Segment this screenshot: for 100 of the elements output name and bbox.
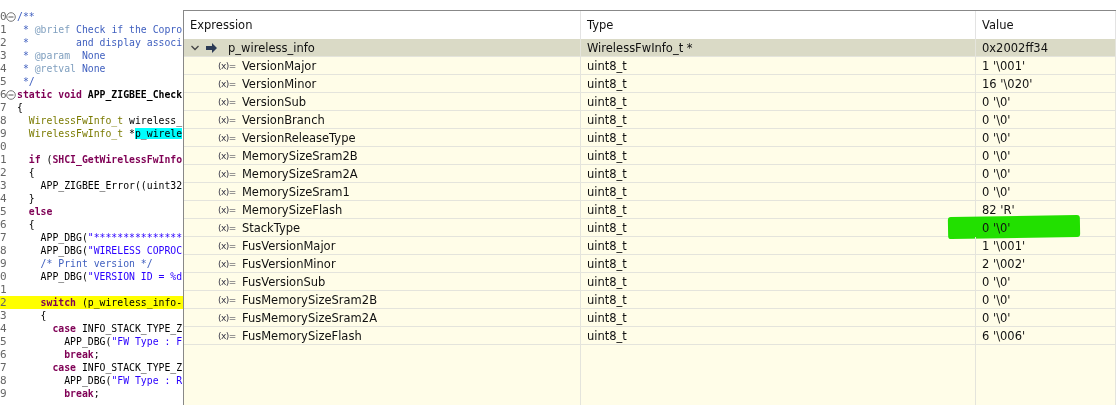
expression-name: MemorySizeSram2B [241,148,358,163]
variable-icon: (x)= [218,96,236,107]
expression-name: VersionReleaseType [241,130,356,145]
type-text: uint8_t [587,256,627,271]
value-text: 0 '\0' [982,274,1011,289]
expression-row[interactable]: (x)= StackType uint8_t 0 '\0' [184,219,1116,237]
code-line: break; [63,348,100,361]
code-line: * @retval None [21,62,106,75]
variable-icon: (x)= [218,276,236,287]
variable-icon: (x)= [218,114,236,125]
value-text: 0 '\0' [982,166,1011,181]
line-number: 3 [0,179,6,192]
line-number: 7 [0,101,6,114]
type-text: uint8_t [587,184,627,199]
expression-row[interactable]: (x)= FusMemorySizeFlash uint8_t 6 '\006' [184,327,1116,345]
line-number: 9 [0,387,6,400]
type-text: uint8_t [587,238,627,253]
expression-row[interactable]: p_wireless_info WirelessFwInfo_t * 0x2002ff34 [184,39,1116,57]
expression-row[interactable]: (x)= VersionSub uint8_t 0 '\0' [184,93,1116,111]
expression-row[interactable]: (x)= FusVersionMajor uint8_t 1 '\001' [184,237,1116,255]
expression-row[interactable]: (x)= VersionMajor uint8_t 1 '\001' [184,57,1116,75]
line-number: 4 [0,322,6,335]
type-text: uint8_t [587,220,627,235]
expression-name: VersionMinor [241,76,317,91]
line-number: 4 [0,192,6,205]
expression-row[interactable]: (x)= FusVersionMinor uint8_t 2 '\002' [184,255,1116,273]
line-number: 7 [0,231,6,244]
line-number: 5 [0,205,6,218]
value-text: 6 '\006' [982,328,1026,343]
code-line: APP_DBG("VERSION ID = %d [39,270,183,283]
expression-row[interactable]: (x)= MemorySizeSram2A uint8_t 0 '\0' [184,165,1116,183]
value-text: 0 '\0' [982,292,1011,307]
expression-name: VersionBranch [241,112,325,127]
expression-row[interactable]: (x)= VersionReleaseType uint8_t 0 '\0' [184,129,1116,147]
code-line: { [39,309,47,322]
expression-row[interactable]: (x)= MemorySizeSram2B uint8_t 0 '\0' [184,147,1116,165]
value-text: 1 '\001' [982,58,1026,73]
code-line: else [27,205,53,218]
expression-row[interactable]: (x)= VersionMinor uint8_t 16 '\020' [184,75,1116,93]
line-number: 3 [0,309,6,322]
code-line: case INFO_STACK_TYPE_Z [51,322,183,335]
value-text: 0 '\0' [982,220,1011,235]
line-number: 2 [0,296,6,309]
collapse-icon[interactable] [6,11,16,22]
expression-name: FusMemorySizeSram2B [241,292,377,307]
type-text: uint8_t [587,94,627,109]
expression-name: VersionMajor [241,58,317,73]
variable-icon: (x)= [218,132,236,143]
type-text: uint8_t [587,202,627,217]
code-line: WirelessFwInfo_t *p_wirele [27,127,183,140]
variable-icon: (x)= [218,258,236,269]
expression-row[interactable]: (x)= VersionBranch uint8_t 0 '\0' [184,111,1116,129]
collapse-icon[interactable] [6,89,16,100]
value-text: 0 '\0' [982,130,1011,145]
type-text: uint8_t [587,328,627,343]
code-line: /* Print version */ [39,257,153,270]
line-number: 8 [0,114,6,127]
code-line: APP_DBG("FW Type : R [63,374,183,387]
value-text: 2 '\002' [982,256,1026,271]
variable-icon: (x)= [218,240,236,251]
expression-name: StackType [241,220,301,235]
line-number: 5 [0,335,6,348]
expression-name: MemorySizeFlash [241,202,343,217]
expression-name: VersionSub [241,94,307,109]
variable-icon: (x)= [218,222,236,233]
code-line: APP_DBG("FW Type : F [63,335,183,348]
code-line: * @brief Check if the Copro [21,23,183,36]
value-text: 0 '\0' [982,310,1011,325]
variable-icon: (x)= [218,294,236,305]
expression-name: MemorySizeSram1 [241,184,350,199]
value-text: 82 'R' [982,202,1015,217]
expression-row[interactable]: (x)= MemorySizeSram1 uint8_t 0 '\0' [184,183,1116,201]
code-line: { [27,166,35,179]
expression-row[interactable]: (x)= FusMemorySizeSram2A uint8_t 0 '\0' [184,309,1116,327]
line-number: 1 [0,153,6,166]
line-number: 6 [0,88,6,101]
line-number: 8 [0,374,6,387]
value-text: 0 '\0' [982,148,1011,163]
line-number: 0 [0,10,6,23]
line-number: 2 [0,36,6,49]
expression-row[interactable]: (x)= FusVersionSub uint8_t 0 '\0' [184,273,1116,291]
code-line: * @param None [21,49,106,62]
line-number: 7 [0,361,6,374]
line-number: 9 [0,127,6,140]
expression-name: p_wireless_info [228,40,315,55]
expression-name: FusVersionMajor [241,238,336,253]
code-line: WirelessFwInfo_t wireless_ [27,114,183,127]
code-line: static void APP_ZIGBEE_Check [17,88,183,101]
code-line: if (SHCI_GetWirelessFwInfo [27,153,183,166]
variable-icon: (x)= [218,186,236,197]
code-line: APP_ZIGBEE_Error((uint32 [39,179,183,192]
code-line: switch (p_wireless_info- [39,296,183,309]
variable-icon: (x)= [218,204,236,215]
expression-row[interactable]: (x)= FusMemorySizeSram2B uint8_t 0 '\0' [184,291,1116,309]
code-line: case INFO_STACK_TYPE_Z [51,361,183,374]
expression-name: FusMemorySizeSram2A [241,310,377,325]
value-text: 1 '\001' [982,238,1026,253]
variable-icon: (x)= [218,330,236,341]
line-number: 2 [0,166,6,179]
variable-icon: (x)= [218,150,236,161]
